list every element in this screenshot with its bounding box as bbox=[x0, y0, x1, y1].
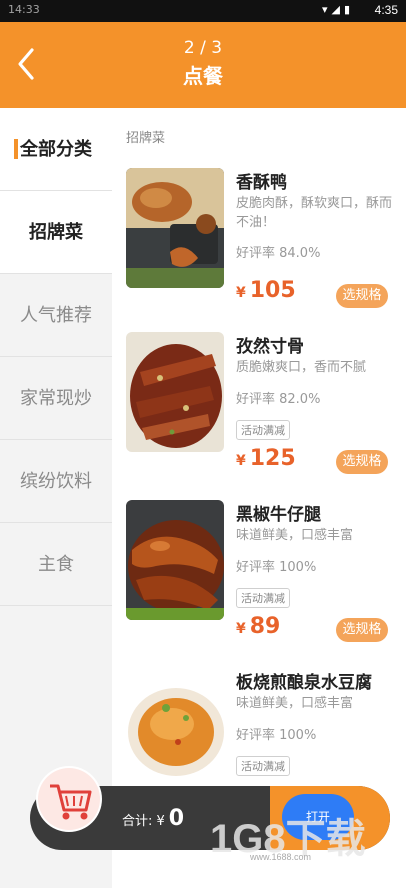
dish-desc: 味道鲜美，口感丰富 bbox=[236, 528, 354, 543]
currency-symbol: ¥ bbox=[236, 621, 246, 637]
category-signature[interactable]: 招牌菜 bbox=[0, 191, 112, 274]
dish-price: ¥125 bbox=[236, 446, 296, 471]
promo-badge: 活动满减 bbox=[236, 756, 290, 776]
select-spec-button[interactable]: 选规格 bbox=[336, 450, 388, 474]
page-title: 点餐 bbox=[183, 64, 223, 88]
dish-price: ¥105 bbox=[236, 278, 296, 303]
category-label: 缤纷饮料 bbox=[20, 471, 92, 492]
category-label: 人气推荐 bbox=[20, 305, 92, 326]
status-icons: ▾◢▮ bbox=[322, 3, 354, 16]
category-label: 招牌菜 bbox=[29, 222, 83, 243]
select-spec-button[interactable]: 选规格 bbox=[336, 618, 388, 642]
dish-desc: 味道鲜美，口感丰富 bbox=[236, 696, 354, 711]
shopping-cart-icon bbox=[38, 768, 100, 830]
dish-item[interactable]: 黑椒牛仔腿 味道鲜美，口感丰富 好评率 100% 活动满减 ¥89 选规格 bbox=[112, 500, 406, 666]
dish-list: 招牌菜 香酥鸭 皮脆肉酥，酥软爽口，酥而不油！ 好评率 84.0% ¥105 选… bbox=[112, 108, 406, 888]
dish-photo bbox=[126, 168, 224, 288]
promo-badge: 活动满减 bbox=[236, 588, 290, 608]
signal-icon: ◢ bbox=[331, 3, 344, 16]
dish-item[interactable]: 孜然寸骨 质脆嫩爽口，香而不腻 好评率 82.0% 活动满减 ¥125 选规格 bbox=[112, 332, 406, 498]
dish-item[interactable]: 香酥鸭 皮脆肉酥，酥软爽口，酥而不油！ 好评率 84.0% ¥105 选规格 bbox=[112, 168, 406, 334]
dish-name: 香酥鸭 bbox=[236, 173, 287, 193]
dish-rating: 好评率 100% bbox=[236, 560, 317, 575]
category-all[interactable]: 全部分类 bbox=[0, 108, 112, 191]
category-staple[interactable]: 主食 bbox=[0, 523, 112, 606]
dish-price: ¥89 bbox=[236, 614, 280, 639]
watermark-url: www.1688.com bbox=[250, 852, 312, 862]
app-header: 2 / 3 点餐 bbox=[0, 22, 406, 108]
price-value: 89 bbox=[249, 614, 281, 639]
category-label: 家常现炒 bbox=[20, 388, 92, 409]
promo-badge: 活动满减 bbox=[236, 420, 290, 440]
currency-symbol: ¥ bbox=[236, 453, 246, 469]
step-counter: 2 / 3 bbox=[183, 38, 223, 58]
category-label: 主食 bbox=[38, 554, 74, 575]
status-time: 4:35 bbox=[374, 3, 398, 17]
dish-name: 黑椒牛仔腿 bbox=[236, 505, 321, 525]
category-drinks[interactable]: 缤纷饮料 bbox=[0, 440, 112, 523]
cart-button[interactable] bbox=[36, 766, 102, 832]
price-value: 125 bbox=[249, 446, 296, 471]
active-indicator bbox=[14, 139, 18, 159]
status-left-time: 14:33 bbox=[8, 3, 40, 16]
dish-photo bbox=[126, 332, 224, 452]
cart-total-value: 0 bbox=[168, 806, 185, 831]
dish-name: 板烧煎酿泉水豆腐 bbox=[236, 673, 372, 693]
dish-photo bbox=[126, 500, 224, 620]
cart-total-label: 合计: ¥ bbox=[122, 814, 165, 829]
select-spec-button[interactable]: 选规格 bbox=[336, 284, 388, 308]
section-title: 招牌菜 bbox=[126, 131, 166, 146]
price-value: 105 bbox=[249, 278, 296, 303]
battery-icon: ▮ bbox=[343, 3, 354, 16]
watermark: 1G8下载 www.1688.com bbox=[210, 806, 366, 864]
dish-name: 孜然寸骨 bbox=[236, 337, 304, 357]
category-popular[interactable]: 人气推荐 bbox=[0, 274, 112, 357]
dish-desc: 皮脆肉酥，酥软爽口，酥而不油！ bbox=[236, 196, 393, 230]
dish-desc: 质脆嫩爽口，香而不腻 bbox=[236, 360, 367, 375]
category-label: 全部分类 bbox=[20, 139, 92, 160]
dish-rating: 好评率 82.0% bbox=[236, 392, 321, 407]
dish-photo bbox=[126, 668, 224, 788]
dish-rating: 好评率 84.0% bbox=[236, 246, 321, 261]
currency-symbol: ¥ bbox=[236, 285, 246, 301]
cart-total: 合计: ¥0 bbox=[122, 806, 184, 831]
category-homestyle[interactable]: 家常现炒 bbox=[0, 357, 112, 440]
status-bar: 14:33 ▾◢▮ 4:35 bbox=[0, 0, 406, 22]
dish-rating: 好评率 100% bbox=[236, 728, 317, 743]
